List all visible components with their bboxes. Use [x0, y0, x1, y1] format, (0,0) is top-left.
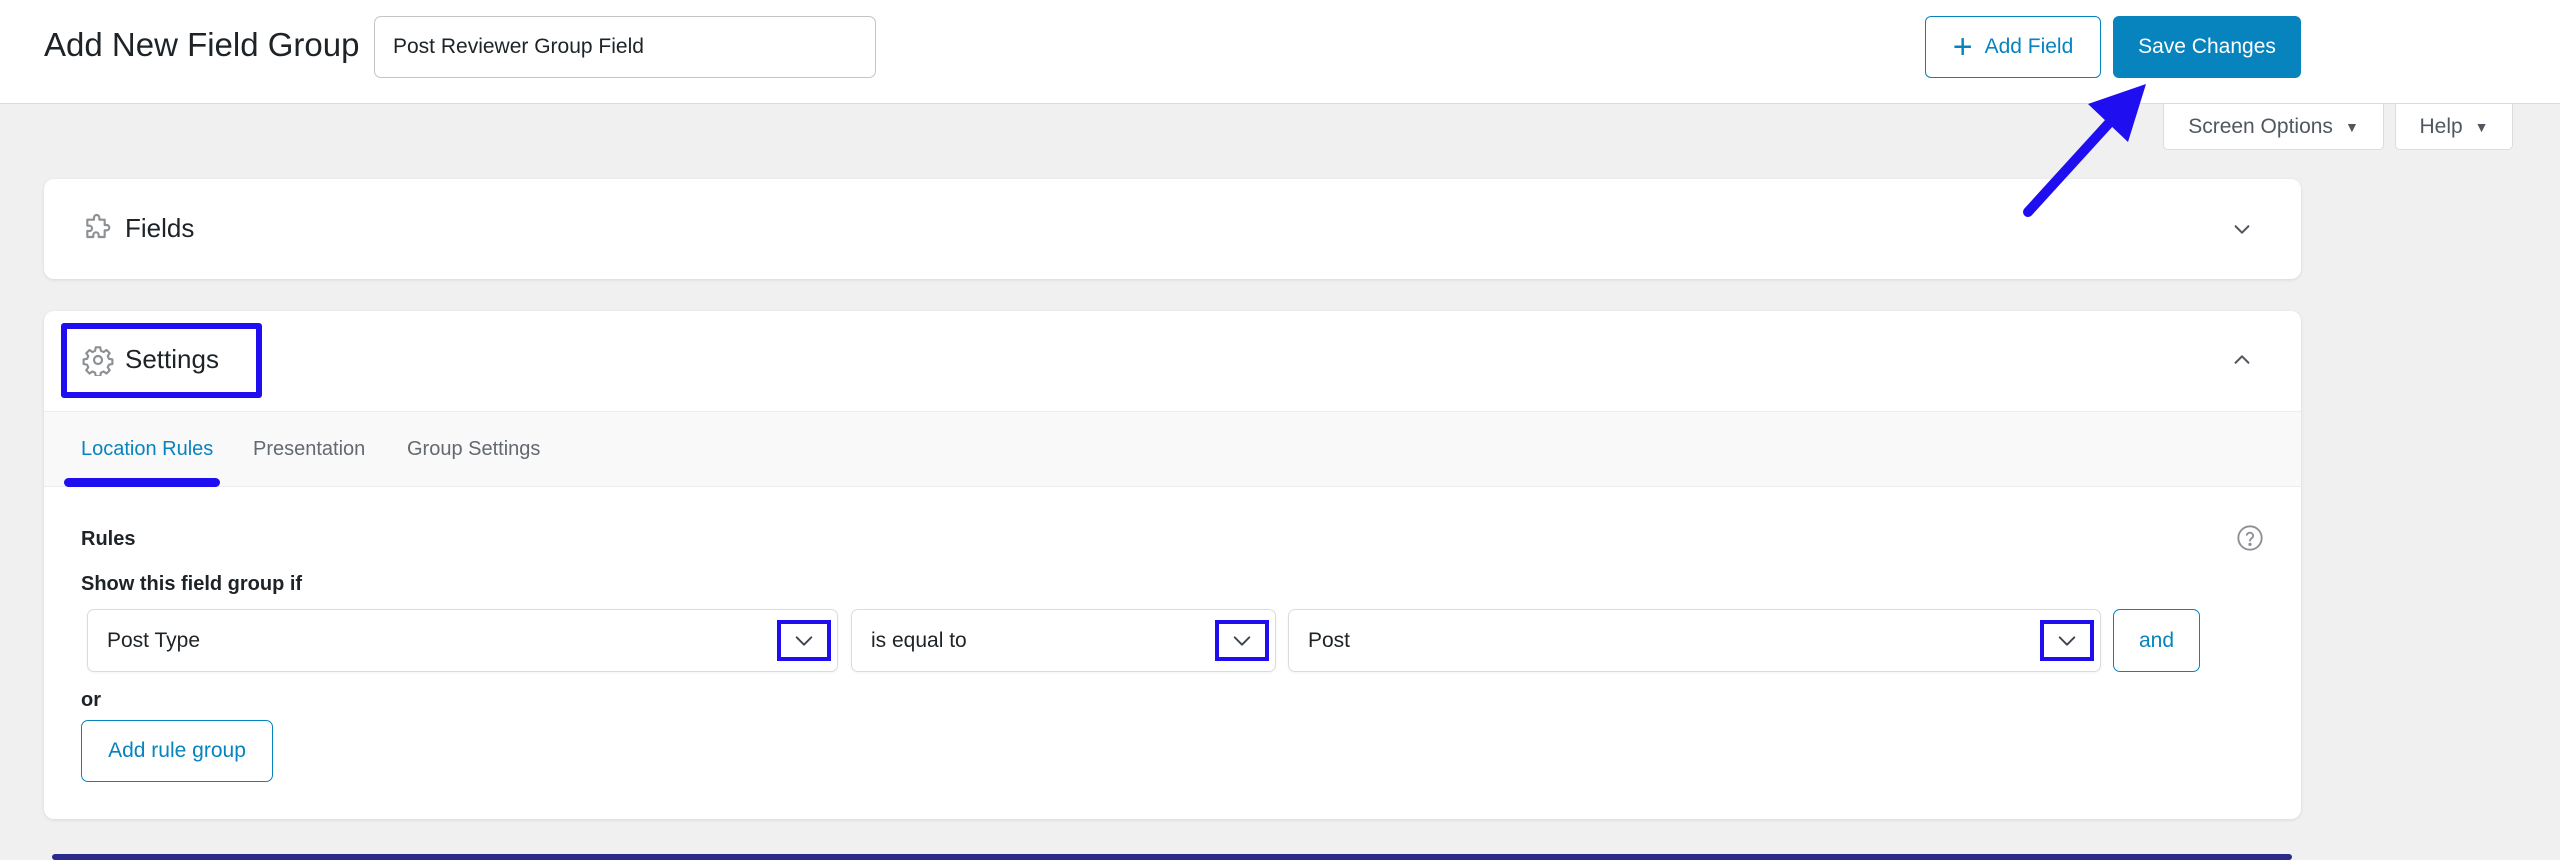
help-button[interactable]: Help ▼	[2395, 104, 2513, 150]
add-rule-group-button[interactable]: Add rule group	[81, 720, 273, 782]
top-bar: Add New Field Group + Add Field Save Cha…	[0, 0, 2560, 104]
caret-down-icon: ▼	[2344, 118, 2359, 135]
dropdown-toggle[interactable]	[1215, 620, 1269, 661]
chevron-down-icon[interactable]	[2231, 218, 2253, 240]
tab-presentation[interactable]: Presentation	[253, 438, 365, 461]
rule-value-value: Post	[1308, 629, 1351, 652]
chevron-down-icon	[1233, 635, 1251, 646]
or-label: or	[81, 689, 101, 711]
field-group-title-input[interactable]	[374, 16, 876, 78]
rule-value-select[interactable]: Post	[1288, 609, 2101, 672]
and-button[interactable]: and	[2113, 609, 2200, 672]
question-icon[interactable]	[2236, 524, 2264, 552]
settings-tabs: Location Rules Presentation Group Settin…	[44, 411, 2301, 487]
chevron-up-icon[interactable]	[2231, 349, 2253, 371]
dropdown-toggle[interactable]	[777, 620, 831, 661]
show-field-group-if-label: Show this field group if	[81, 573, 303, 595]
rule-param-value: Post Type	[107, 629, 201, 652]
rules-label: Rules	[81, 528, 136, 550]
caret-down-icon: ▼	[2474, 118, 2489, 135]
dropdown-toggle[interactable]	[2040, 620, 2094, 661]
help-label: Help	[2419, 114, 2463, 138]
screen-options-button[interactable]: Screen Options ▼	[2163, 104, 2384, 150]
rule-operator-select[interactable]: is equal to	[851, 609, 1276, 672]
active-tab-underline	[64, 478, 220, 487]
next-panel-edge	[52, 854, 2292, 860]
tab-group-settings[interactable]: Group Settings	[407, 438, 540, 461]
add-field-label: Add Field	[1984, 35, 2074, 58]
save-changes-button[interactable]: Save Changes	[2113, 16, 2301, 78]
rule-operator-value: is equal to	[871, 629, 967, 652]
settings-panel: Settings Location Rules Presentation Gro…	[44, 311, 2301, 819]
tab-location-rules[interactable]: Location Rules	[81, 438, 213, 461]
chevron-down-icon	[2058, 635, 2076, 646]
page-title: Add New Field Group	[44, 26, 360, 63]
fields-panel: Fields	[44, 179, 2301, 279]
chevron-down-icon	[795, 635, 813, 646]
screen-options-label: Screen Options	[2188, 114, 2333, 138]
settings-highlight-box	[61, 323, 262, 398]
rule-param-select[interactable]: Post Type	[87, 609, 838, 672]
add-field-button[interactable]: + Add Field	[1925, 16, 2101, 78]
plus-icon: +	[1952, 28, 1973, 66]
fields-panel-title: Fields	[125, 213, 195, 243]
arrow-annotation-icon	[2023, 84, 2146, 217]
puzzle-icon	[86, 214, 111, 239]
